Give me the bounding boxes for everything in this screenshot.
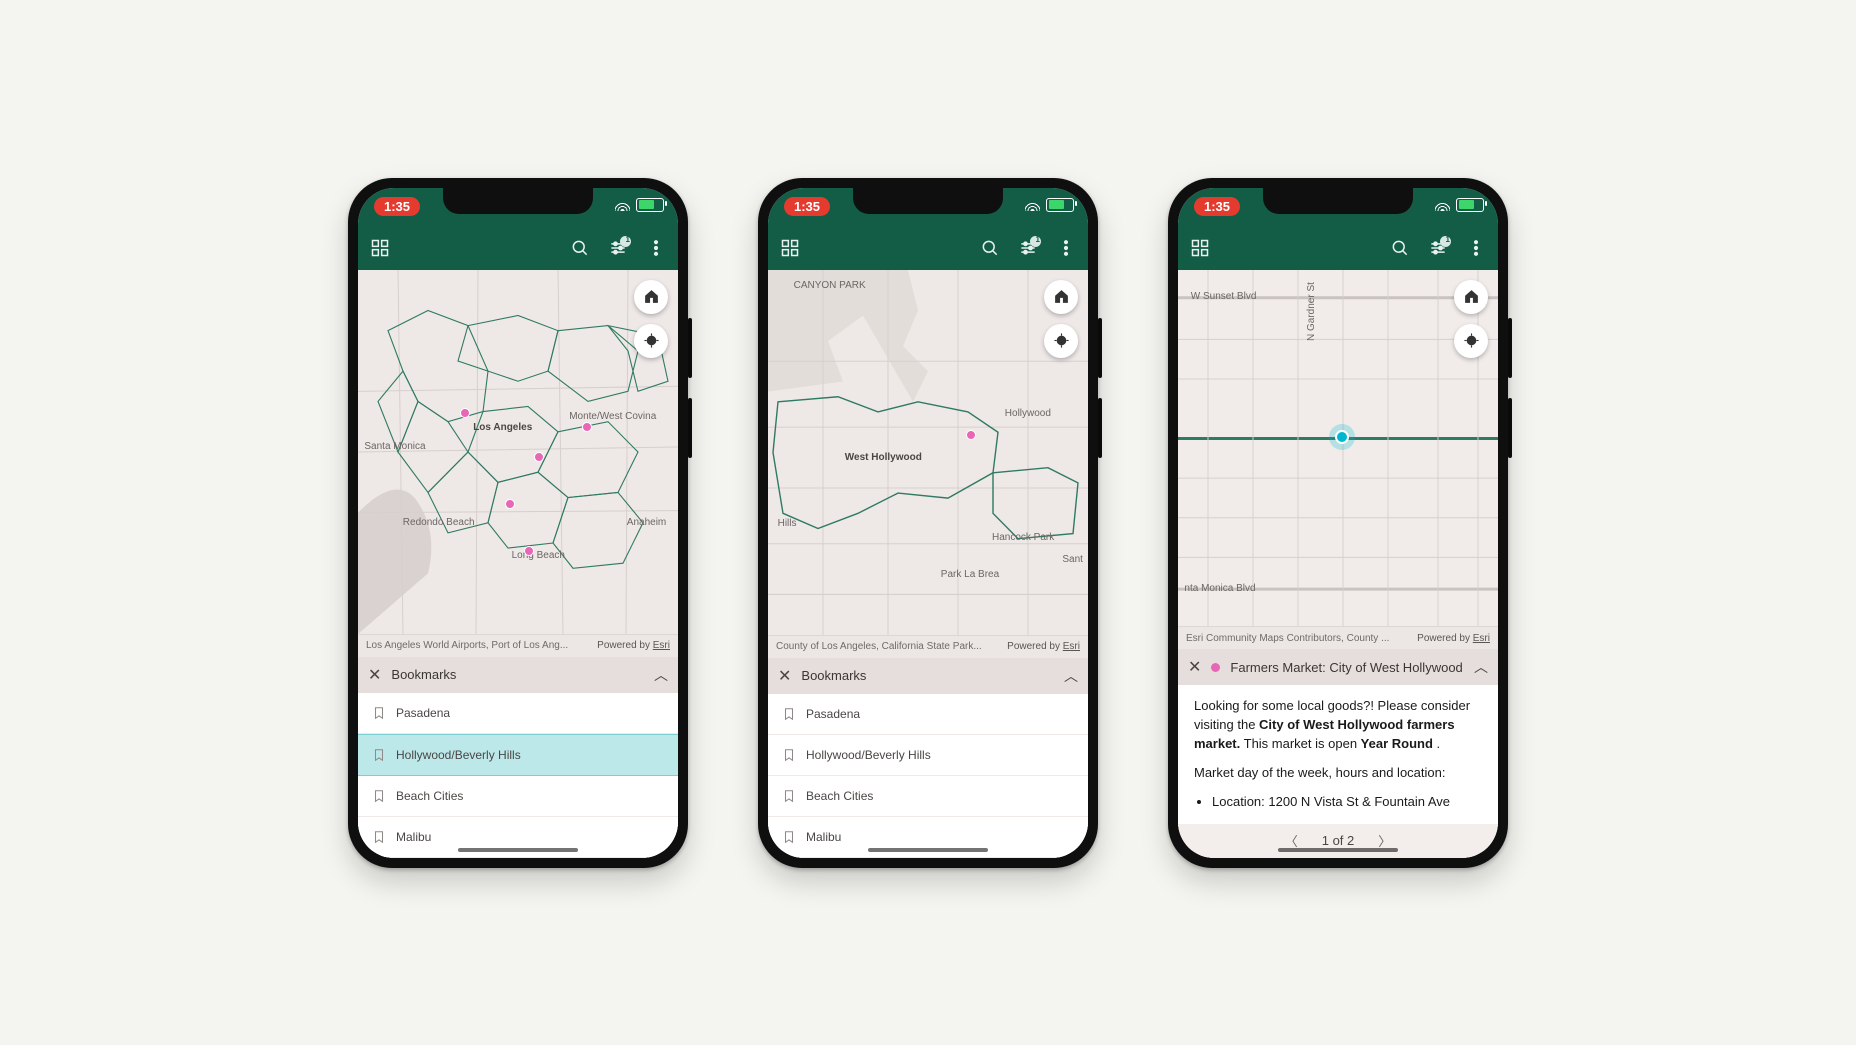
bookmark-item[interactable]: Pasadena	[768, 694, 1088, 735]
app-toolbar: 1	[768, 226, 1088, 270]
map-home-button[interactable]	[634, 280, 668, 314]
map-home-button[interactable]	[1454, 280, 1488, 314]
wifi-icon	[615, 199, 630, 211]
map-feature-pin[interactable]	[505, 499, 515, 509]
popup-title: Farmers Market: City of West Hollywood	[1230, 660, 1464, 675]
bookmark-icon	[782, 829, 796, 845]
map-view[interactable]: CANYON PARK Hollywood West Hollywood Hil…	[768, 270, 1088, 635]
bookmarks-list: Pasadena Hollywood/Beverly Hills Beach C…	[358, 693, 678, 858]
panel-header[interactable]: ✕ Bookmarks ︿	[768, 658, 1088, 694]
bookmarks-list: Pasadena Hollywood/Beverly Hills Beach C…	[768, 694, 1088, 858]
map-attribution: Esri Community Maps Contributors, County…	[1178, 626, 1498, 649]
home-indicator	[1278, 848, 1398, 852]
map-attribution: Los Angeles World Airports, Port of Los …	[358, 634, 678, 657]
bookmark-icon	[372, 788, 386, 804]
search-icon[interactable]	[980, 238, 1000, 258]
page-indicator: 1 of 2	[1322, 833, 1355, 848]
phone-3: 1:35 1	[1168, 178, 1508, 868]
home-indicator	[458, 848, 578, 852]
map-labels: Los Angeles Santa Monica Redondo Beach L…	[358, 270, 678, 634]
chevron-up-icon[interactable]: ︿	[1064, 666, 1078, 686]
map-feature-pin[interactable]	[534, 452, 544, 462]
status-time: 1:35	[1194, 197, 1240, 216]
chevron-up-icon[interactable]: ︿	[654, 665, 668, 685]
device-notch	[443, 188, 593, 214]
wifi-icon	[1025, 199, 1040, 211]
bookmark-item[interactable]: Beach Cities	[768, 776, 1088, 817]
popup-panel: ✕ Farmers Market: City of West Hollywood…	[1178, 649, 1498, 857]
bookmark-item[interactable]: Hollywood/Beverly Hills	[768, 735, 1088, 776]
bookmarks-panel: ✕ Bookmarks ︿ Pasadena Hollywood/Beverly…	[768, 658, 1088, 858]
filter-icon[interactable]: 1	[1018, 238, 1038, 258]
bookmark-icon	[372, 747, 386, 763]
phone-2: 1:35 1	[758, 178, 1098, 868]
bookmark-item[interactable]: Beach Cities	[358, 776, 678, 817]
filter-icon[interactable]: 1	[608, 238, 628, 258]
map-feature-pin[interactable]	[582, 422, 592, 432]
close-icon[interactable]: ✕	[368, 665, 381, 685]
overflow-menu-icon[interactable]	[1466, 238, 1486, 258]
bookmark-icon	[372, 705, 386, 721]
home-indicator	[868, 848, 988, 852]
chevron-up-icon[interactable]: ︿	[1474, 657, 1488, 677]
search-icon[interactable]	[1390, 238, 1410, 258]
overflow-menu-icon[interactable]	[646, 238, 666, 258]
map-attribution: County of Los Angeles, California State …	[768, 635, 1088, 658]
panel-header[interactable]: ✕ Farmers Market: City of West Hollywood…	[1178, 649, 1498, 685]
bookmarks-panel: ✕ Bookmarks ︿ Pasadena Hollywood/Beverly…	[358, 657, 678, 858]
panel-title: Bookmarks	[391, 667, 644, 682]
status-time: 1:35	[374, 197, 420, 216]
panel-header[interactable]: ✕ Bookmarks ︿	[358, 657, 678, 693]
apps-grid-icon[interactable]	[1190, 238, 1210, 258]
map-locate-button[interactable]	[1044, 324, 1078, 358]
bookmark-item[interactable]: Pasadena	[358, 693, 678, 734]
map-labels: CANYON PARK Hollywood West Hollywood Hil…	[768, 270, 1088, 635]
close-icon[interactable]: ✕	[1188, 657, 1201, 677]
app-toolbar: 1	[1178, 226, 1498, 270]
bookmark-icon	[782, 788, 796, 804]
panel-title: Bookmarks	[801, 668, 1054, 683]
popup-pager: 〈 1 of 2 〉	[1178, 824, 1498, 858]
search-icon[interactable]	[570, 238, 590, 258]
map-view[interactable]: W Sunset Blvd N Gardner St nta Monica Bl…	[1178, 270, 1498, 627]
map-home-button[interactable]	[1044, 280, 1078, 314]
battery-icon	[1456, 198, 1484, 212]
filter-icon[interactable]: 1	[1428, 238, 1448, 258]
map-feature-pin[interactable]	[966, 430, 976, 440]
phones-row: 1:35 1	[348, 178, 1508, 868]
apps-grid-icon[interactable]	[370, 238, 390, 258]
map-locate-button[interactable]	[1454, 324, 1488, 358]
map-locate-button[interactable]	[634, 324, 668, 358]
map-feature-pin[interactable]	[460, 408, 470, 418]
phone-1: 1:35 1	[348, 178, 688, 868]
map-labels: W Sunset Blvd N Gardner St nta Monica Bl…	[1178, 270, 1498, 627]
apps-grid-icon[interactable]	[780, 238, 800, 258]
legend-dot-icon	[1211, 663, 1220, 672]
battery-icon	[1046, 198, 1074, 212]
device-notch	[853, 188, 1003, 214]
battery-icon	[636, 198, 664, 212]
bookmark-item[interactable]: Hollywood/Beverly Hills	[358, 734, 678, 776]
app-toolbar: 1	[358, 226, 678, 270]
bookmark-icon	[372, 829, 386, 845]
popup-content: Looking for some local goods?! Please co…	[1178, 685, 1498, 823]
bookmark-icon	[782, 747, 796, 763]
close-icon[interactable]: ✕	[778, 666, 791, 686]
selected-feature-pin[interactable]	[1335, 430, 1349, 444]
status-time: 1:35	[784, 197, 830, 216]
wifi-icon	[1435, 199, 1450, 211]
bookmark-icon	[782, 706, 796, 722]
map-view[interactable]: Los Angeles Santa Monica Redondo Beach L…	[358, 270, 678, 634]
overflow-menu-icon[interactable]	[1056, 238, 1076, 258]
device-notch	[1263, 188, 1413, 214]
